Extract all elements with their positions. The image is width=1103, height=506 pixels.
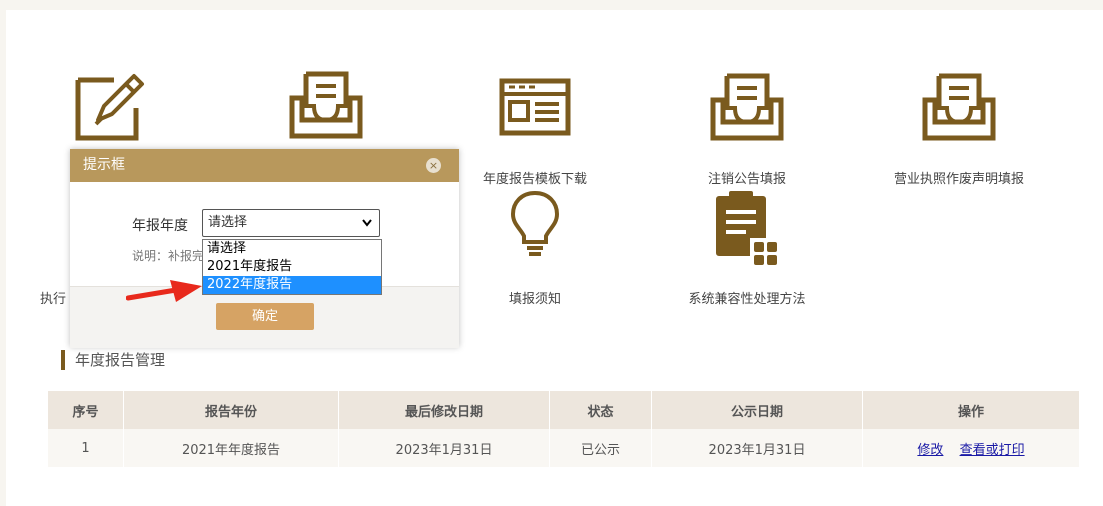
inbox-doc-icon [922,73,996,141]
col-header-action: 操作 [862,391,1080,429]
tile-label: 年度报告模板下载 [482,172,587,187]
lightbulb-icon [510,190,560,256]
tile-label-fragment: 执行 [40,292,67,307]
template-doc-icon [499,78,571,136]
section-title: 年度报告管理 [61,350,165,370]
dialog-title: 提示框 [83,157,125,173]
cell-status: 已公示 [549,429,652,467]
tile-inbox-2[interactable] [288,70,364,140]
option-please-select[interactable]: 请选择 [203,240,381,258]
view-print-link[interactable]: 查看或打印 [960,443,1025,458]
confirm-button[interactable]: 确定 [216,303,314,330]
cell-actions: 修改 查看或打印 [862,429,1080,467]
col-header-published: 公示日期 [651,391,863,429]
col-header-year: 报告年份 [123,391,339,429]
tile-label: 营业执照作废声明填报 [893,172,1024,187]
report-year-options: 请选择 2021年度报告 2022年度报告 [202,239,382,295]
clipboard-grid-icon [716,191,780,268]
dialog-header: 提示框 × [70,149,459,182]
report-year-select[interactable]: 请选择 [202,209,380,237]
tile-label: 系统兼容性处理方法 [688,292,806,307]
annual-report-table: 序号 报告年份 最后修改日期 状态 公示日期 操作 1 2021年年度报告 20… [48,391,1080,467]
cell-year: 2021年年度报告 [123,429,339,467]
annotation-arrow-icon [126,280,202,302]
col-header-modified: 最后修改日期 [338,391,550,429]
cell-index: 1 [48,429,124,467]
inbox-doc-icon [710,73,784,141]
cell-published: 2023年1月31日 [651,429,863,467]
option-2021[interactable]: 2021年度报告 [203,258,381,276]
cell-modified: 2023年1月31日 [338,429,550,467]
tile-label: 填报须知 [508,292,561,307]
select-value: 请选择 [208,215,248,230]
tile-compat-method[interactable]: 系统兼容性处理方法 [670,190,824,307]
table-header-row: 序号 报告年份 最后修改日期 状态 公示日期 操作 [48,391,1080,429]
tile-cancel-notice[interactable]: 注销公告填报 [682,72,812,187]
edit-link[interactable]: 修改 [917,443,943,458]
tile-fill-notice[interactable]: 填报须知 [488,190,582,307]
close-icon[interactable]: × [426,158,441,173]
report-year-label: 年报年度 [132,218,188,234]
tile-license-void[interactable]: 营业执照作废声明填报 [884,72,1034,187]
col-header-index: 序号 [48,391,124,429]
col-header-status: 状态 [549,391,652,429]
tile-template-download[interactable]: 年度报告模板下载 [470,78,600,188]
option-2022[interactable]: 2022年度报告 [203,276,381,294]
tile-annual-report-fill[interactable] [72,72,148,142]
edit-icon [75,74,144,141]
tile-label: 注销公告填报 [707,172,786,187]
table-row: 1 2021年年度报告 2023年1月31日 已公示 2023年1月31日 修改… [48,429,1080,467]
inbox-doc-icon [289,71,363,139]
dialog-note: 说明：补报完 [132,249,205,263]
